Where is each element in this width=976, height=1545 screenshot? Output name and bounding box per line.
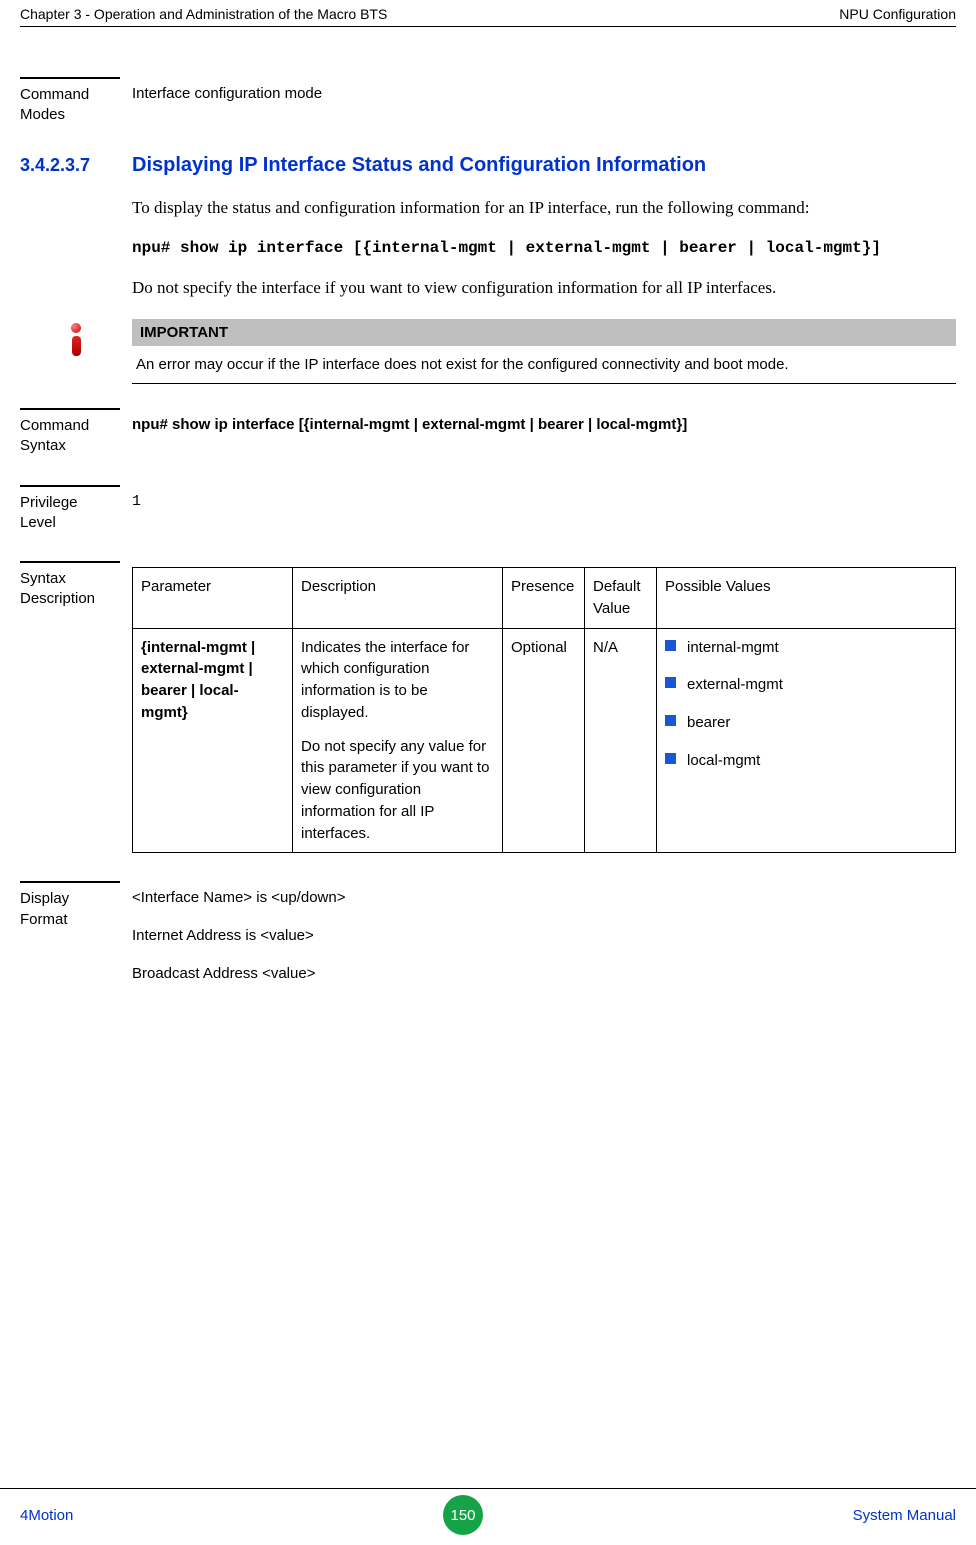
- section-note: Do not specify the interface if you want…: [132, 275, 956, 301]
- cell-description: Indicates the interface for which config…: [293, 628, 503, 853]
- section-command: npu# show ip interface [{internal-mgmt |…: [132, 239, 956, 257]
- list-item: local-mgmt: [665, 750, 947, 772]
- col-parameter: Parameter: [133, 568, 293, 629]
- important-label: IMPORTANT: [132, 319, 956, 346]
- list-item: bearer: [665, 712, 947, 734]
- important-icon: [67, 323, 85, 357]
- table-row: {internal-mgmt | external-mgmt | bearer …: [133, 628, 956, 853]
- command-syntax-value: npu# show ip interface [{internal-mgmt |…: [132, 408, 956, 436]
- page-content: Command Modes Interface configuration mo…: [20, 27, 956, 1001]
- display-format-body: <Interface Name> is <up/down> Internet A…: [132, 881, 956, 1000]
- footer-right: System Manual: [853, 1507, 956, 1524]
- footer-left: 4Motion: [20, 1507, 73, 1524]
- command-syntax-label: Command Syntax: [20, 408, 120, 457]
- page-header: Chapter 3 - Operation and Administration…: [20, 0, 956, 27]
- important-text: An error may occur if the IP interface d…: [132, 346, 956, 384]
- display-format-label: Display Format: [20, 881, 120, 930]
- cell-parameter: {internal-mgmt | external-mgmt | bearer …: [133, 628, 293, 853]
- col-possible: Possible Values: [657, 568, 956, 629]
- privilege-level-value: 1: [132, 485, 956, 513]
- privilege-level-label: Privilege Level: [20, 485, 120, 534]
- command-modes-label: Command Modes: [20, 77, 120, 126]
- table-header-row: Parameter Description Presence Default V…: [133, 568, 956, 629]
- section-title: Displaying IP Interface Status and Confi…: [132, 154, 706, 177]
- list-item: external-mgmt: [665, 674, 947, 696]
- col-presence: Presence: [503, 568, 585, 629]
- section-heading: 3.4.2.3.7 Displaying IP Interface Status…: [20, 154, 956, 177]
- important-box: IMPORTANT An error may occur if the IP i…: [20, 319, 956, 384]
- header-left: Chapter 3 - Operation and Administration…: [20, 6, 387, 22]
- command-modes-value: Interface configuration mode: [132, 77, 956, 105]
- syntax-description-body: Parameter Description Presence Default V…: [132, 561, 956, 853]
- display-format-line: Internet Address is <value>: [132, 925, 956, 947]
- cell-possible: internal-mgmt external-mgmt bearer local…: [657, 628, 956, 853]
- list-item: internal-mgmt: [665, 637, 947, 659]
- page-footer: 4Motion 150 System Manual: [0, 1488, 976, 1545]
- important-body: IMPORTANT An error may occur if the IP i…: [132, 319, 956, 384]
- command-modes-block: Command Modes Interface configuration mo…: [20, 77, 956, 126]
- display-format-line: <Interface Name> is <up/down>: [132, 887, 956, 909]
- privilege-level-block: Privilege Level 1: [20, 485, 956, 534]
- section-intro: To display the status and configuration …: [132, 195, 956, 221]
- possible-values-list: internal-mgmt external-mgmt bearer local…: [665, 637, 947, 772]
- cell-default: N/A: [585, 628, 657, 853]
- important-icon-col: [20, 319, 132, 384]
- section-number: 3.4.2.3.7: [20, 155, 132, 176]
- syntax-description-block: Syntax Description Parameter Description…: [20, 561, 956, 853]
- syntax-table: Parameter Description Presence Default V…: [132, 567, 956, 853]
- col-default: Default Value: [585, 568, 657, 629]
- col-description: Description: [293, 568, 503, 629]
- display-format-line: Broadcast Address <value>: [132, 963, 956, 985]
- page-number-badge: 150: [443, 1495, 483, 1535]
- cell-presence: Optional: [503, 628, 585, 853]
- command-syntax-block: Command Syntax npu# show ip interface [{…: [20, 408, 956, 457]
- header-right: NPU Configuration: [839, 6, 956, 22]
- syntax-description-label: Syntax Description: [20, 561, 120, 610]
- display-format-block: Display Format <Interface Name> is <up/d…: [20, 881, 956, 1000]
